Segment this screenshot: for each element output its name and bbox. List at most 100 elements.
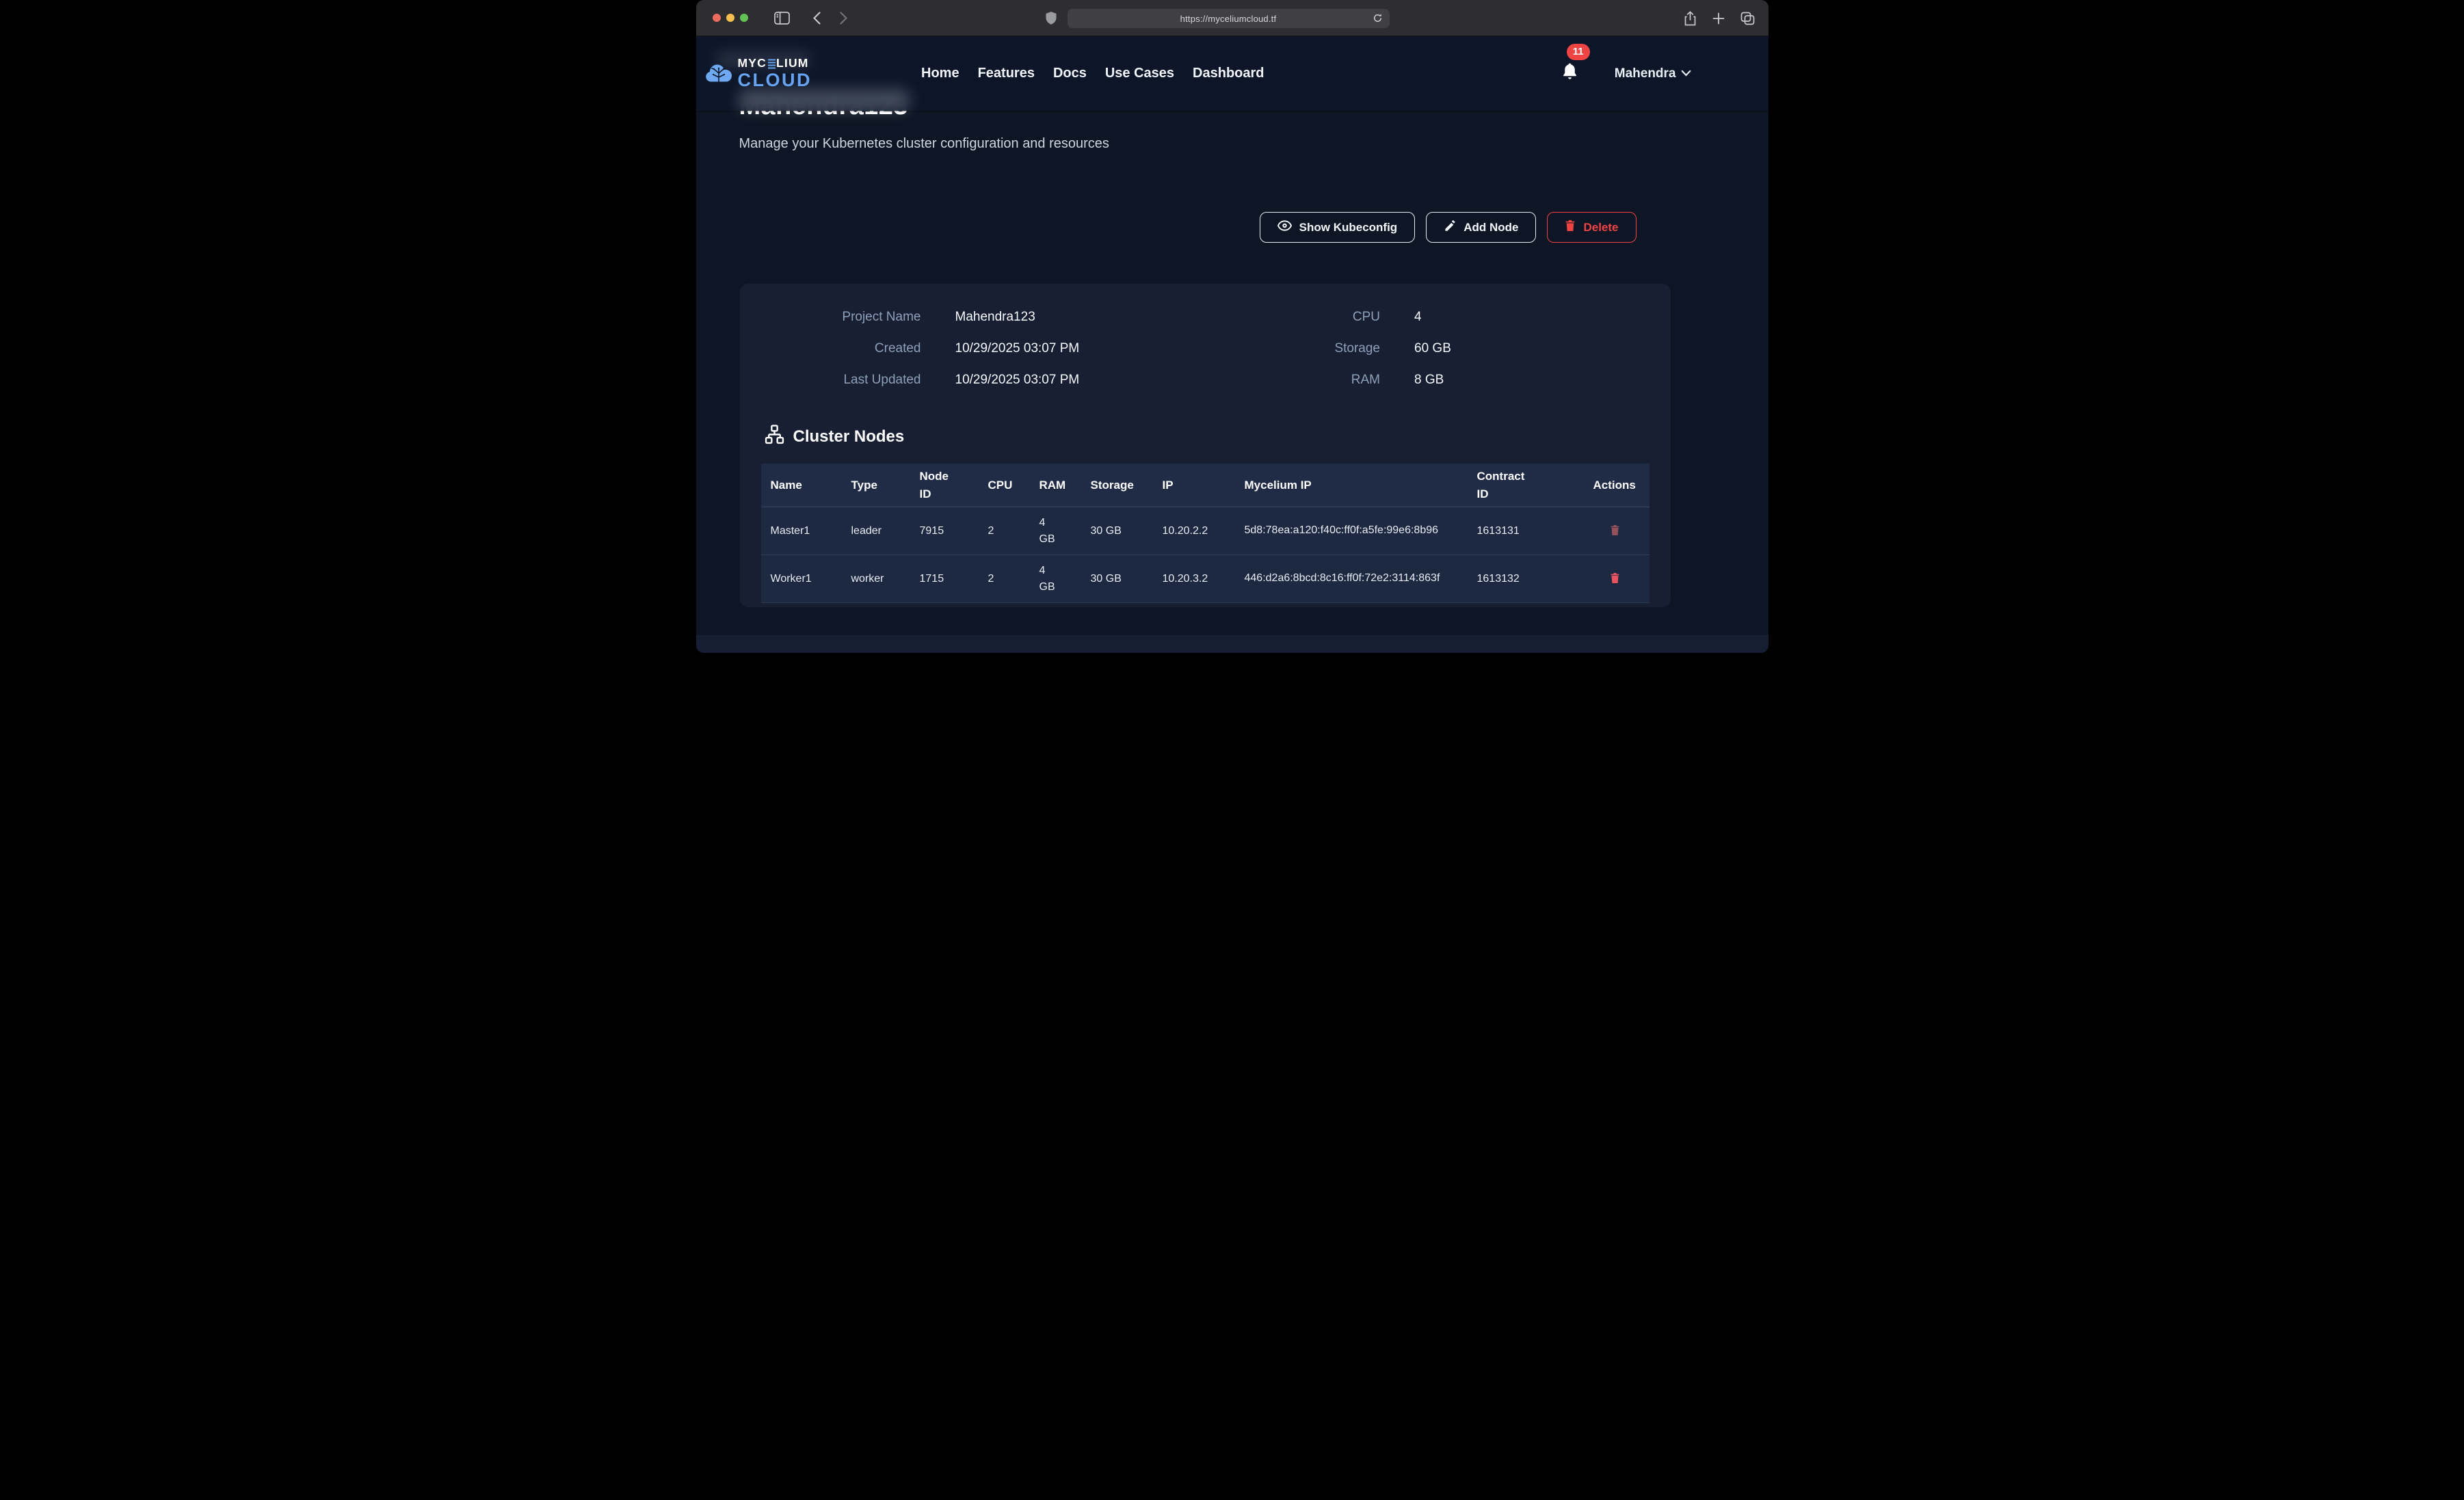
cell-storage: 30 GB (1081, 555, 1153, 603)
cell-node-id: 1715 (910, 555, 979, 603)
col-ip: IP (1153, 464, 1235, 507)
navbar-right: 11 Mahendra (1561, 62, 1691, 85)
col-name: Name (761, 464, 842, 507)
info-row-project-name: Project Name Mahendra123 (774, 310, 1206, 325)
cell-storage: 30 GB (1081, 507, 1153, 555)
eye-icon (1277, 220, 1292, 235)
url-text: https://myceliumcloud.tf (1180, 14, 1277, 24)
cell-ip: 10.20.2.2 (1153, 507, 1235, 555)
chevron-down-icon (1681, 68, 1691, 80)
close-window-button[interactable] (713, 14, 721, 22)
footer-band (696, 635, 1768, 653)
show-kubeconfig-button[interactable]: Show Kubeconfig (1260, 212, 1416, 243)
cloud-logo-icon (704, 59, 733, 88)
info-label: Project Name (774, 310, 921, 325)
trash-icon (1610, 528, 1620, 538)
table-row-master1: Master1 leader 7915 2 4 GB 30 GB 10.20.2… (761, 507, 1650, 555)
back-button[interactable] (813, 12, 821, 25)
col-contract-id: Contract ID (1468, 464, 1584, 507)
sidebar-toggle-icon[interactable] (774, 12, 790, 25)
info-label: Created (774, 341, 921, 356)
info-label: Storage (1205, 341, 1380, 356)
address-bar[interactable]: https://myceliumcloud.tf (1068, 9, 1390, 28)
page-subtitle: Manage your Kubernetes cluster configura… (739, 136, 1109, 152)
nav-link-home[interactable]: Home (921, 66, 959, 81)
cell-node-id: 7915 (910, 507, 979, 555)
delete-cluster-button[interactable]: Delete (1547, 212, 1636, 243)
share-icon[interactable] (1684, 11, 1697, 26)
cluster-detail-card: Project Name Mahendra123 CPU 4 Created 1… (740, 284, 1671, 607)
cluster-nodes-heading: Cluster Nodes (765, 425, 1671, 449)
col-actions: Actions (1584, 464, 1650, 507)
cell-ram: 4 GB (1030, 555, 1081, 603)
chrome-right-icons (1684, 0, 1755, 36)
nav-link-use-cases[interactable]: Use Cases (1105, 66, 1174, 81)
cluster-nodes-title: Cluster Nodes (793, 427, 905, 446)
col-ram: RAM (1030, 464, 1081, 507)
bell-icon (1561, 73, 1579, 85)
traffic-lights (713, 14, 748, 22)
cluster-actions: Show Kubeconfig Add Node Delete (1260, 212, 1637, 243)
info-label: CPU (1205, 310, 1380, 325)
new-tab-icon[interactable] (1712, 12, 1725, 25)
forward-button[interactable] (840, 12, 847, 25)
user-name: Mahendra (1615, 66, 1676, 81)
col-node-id: Node ID (910, 464, 979, 507)
cell-contract-id: 1613132 (1468, 555, 1584, 603)
pencil-icon (1444, 219, 1456, 235)
cell-name: Master1 (761, 507, 842, 555)
nav-link-docs[interactable]: Docs (1053, 66, 1087, 81)
user-menu[interactable]: Mahendra (1615, 66, 1691, 81)
browser-chrome: https://myceliumcloud.tf (696, 0, 1768, 36)
nav-links: Home Features Docs Use Cases Dashboard (921, 66, 1264, 81)
cell-ip: 10.20.3.2 (1153, 555, 1235, 603)
info-value: 10/29/2025 03:07 PM (955, 373, 1080, 388)
info-row-created: Created 10/29/2025 03:07 PM (774, 341, 1206, 356)
info-label: RAM (1205, 373, 1380, 388)
logo-e-glyph (768, 59, 776, 69)
blurred-title-remnant (739, 90, 910, 110)
reload-icon[interactable] (1372, 12, 1383, 24)
top-navbar: MYCLIUM CLOUD Home Features Docs Use Cas… (696, 36, 1768, 111)
info-value: 60 GB (1414, 341, 1451, 356)
cluster-info-grid: Project Name Mahendra123 CPU 4 Created 1… (774, 310, 1637, 388)
notification-count-badge: 11 (1567, 44, 1590, 60)
brand-line2: CLOUD (738, 71, 812, 90)
cell-contract-id: 1613131 (1468, 507, 1584, 555)
info-value: 8 GB (1414, 373, 1444, 388)
zoom-window-button[interactable] (740, 14, 748, 22)
page-viewport: Mahendra123 Manage your Kubernetes clust… (696, 36, 1768, 653)
cell-actions (1584, 555, 1650, 603)
cell-name: Worker1 (761, 555, 842, 603)
delete-label: Delete (1583, 221, 1618, 235)
col-cpu: CPU (979, 464, 1030, 507)
trash-icon (1610, 576, 1620, 586)
table-row-worker1: Worker1 worker 1715 2 4 GB 30 GB 10.20.3… (761, 555, 1650, 603)
col-type: Type (842, 464, 910, 507)
nav-link-dashboard[interactable]: Dashboard (1193, 66, 1264, 81)
tab-overview-icon[interactable] (1740, 12, 1755, 25)
brand-line1: MYCLIUM (738, 57, 812, 70)
cluster-nodes-table: Name Type Node ID CPU RAM Storage IP Myc… (761, 464, 1650, 603)
delete-node-button[interactable] (1608, 571, 1621, 587)
minimize-window-button[interactable] (726, 14, 734, 22)
nav-link-features[interactable]: Features (978, 66, 1035, 81)
brand-logo[interactable]: MYCLIUM CLOUD (704, 57, 812, 90)
browser-window: https://myceliumcloud.tf (696, 0, 1768, 653)
cell-type: worker (842, 555, 910, 603)
cell-type: leader (842, 507, 910, 555)
cell-cpu: 2 (979, 507, 1030, 555)
info-value: 10/29/2025 03:07 PM (955, 341, 1080, 356)
delete-node-button[interactable] (1608, 523, 1621, 539)
brand-wordmark: MYCLIUM CLOUD (738, 57, 812, 90)
info-row-ram: RAM 8 GB (1205, 373, 1637, 388)
privacy-shield-icon (1045, 11, 1057, 25)
add-node-button[interactable]: Add Node (1426, 212, 1536, 243)
info-value: 4 (1414, 310, 1422, 325)
cell-actions (1584, 507, 1650, 555)
trash-icon (1565, 219, 1576, 235)
show-kubeconfig-label: Show Kubeconfig (1299, 221, 1398, 235)
notifications-button[interactable]: 11 (1561, 62, 1579, 85)
cell-ram: 4 GB (1030, 507, 1081, 555)
info-label: Last Updated (774, 373, 921, 388)
